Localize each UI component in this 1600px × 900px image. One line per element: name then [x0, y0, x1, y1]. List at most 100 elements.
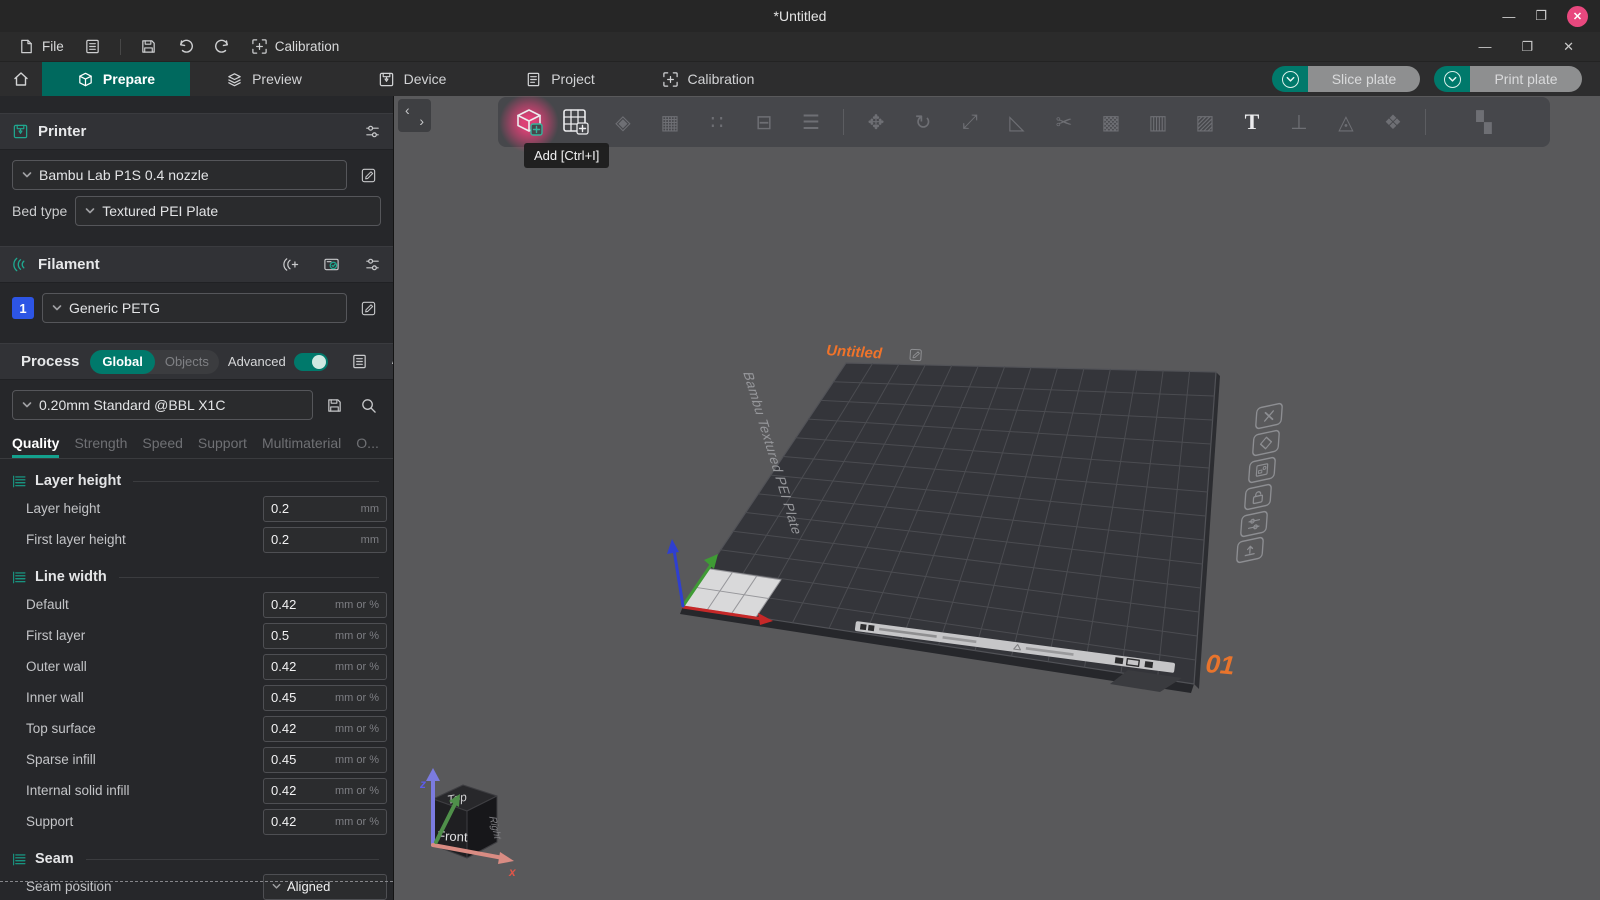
param-input[interactable]: 0.42mm or %: [263, 716, 387, 742]
arrange-icon[interactable]: ▦: [655, 107, 685, 137]
delete-plate-icon[interactable]: [1256, 403, 1283, 429]
save-icon: [326, 397, 343, 414]
tab-preview[interactable]: Preview: [190, 62, 338, 96]
exploded-view-icon[interactable]: ◬: [1331, 107, 1361, 137]
add-icon[interactable]: [514, 107, 544, 137]
measure-icon[interactable]: ⊥: [1284, 107, 1314, 137]
fix-model-icon[interactable]: ❖: [1378, 107, 1408, 137]
group-title: Layer height: [35, 473, 121, 489]
param-input[interactable]: 0.5mm or %: [263, 623, 387, 649]
tab-others[interactable]: O...: [356, 435, 379, 458]
slice-plate-button[interactable]: Slice plate: [1308, 66, 1420, 92]
undo-button[interactable]: [167, 32, 204, 61]
bed-type-select[interactable]: Textured PEI Plate: [75, 196, 381, 226]
viewport-3d[interactable]: Untitled Bambu Textured PEI Plate 01: [394, 96, 1600, 900]
orient-plate-icon[interactable]: [1253, 430, 1280, 456]
edit-filament-button[interactable]: [355, 295, 381, 321]
slice-plate-split-button: Slice plate: [1272, 66, 1420, 92]
support-painting-icon[interactable]: ▥: [1143, 107, 1173, 137]
sidebar-collapse-button[interactable]: ‹›: [398, 99, 431, 132]
print-plate-button[interactable]: Print plate: [1470, 66, 1582, 92]
app-close-button[interactable]: ✕: [1563, 39, 1574, 55]
tab-speed[interactable]: Speed: [142, 435, 182, 458]
os-minimize-button[interactable]: —: [1502, 9, 1515, 24]
auto-orient-icon[interactable]: ◈: [608, 107, 638, 137]
home-button[interactable]: [0, 62, 42, 96]
file-menu[interactable]: File: [8, 32, 74, 61]
filament-preset-select[interactable]: Generic PETG: [42, 293, 347, 323]
param-label: Internal solid infill: [26, 783, 130, 798]
save-preset-button[interactable]: [321, 392, 347, 418]
tab-support[interactable]: Support: [198, 435, 247, 458]
assemble-icon[interactable]: ▚: [1469, 107, 1499, 137]
scale-icon[interactable]: ⤢: [955, 107, 985, 137]
parameter-list-icon[interactable]: [351, 353, 368, 370]
calibration-menu[interactable]: Calibration: [241, 32, 350, 61]
scope-objects-button[interactable]: Objects: [155, 354, 219, 369]
app-maximize-button[interactable]: ❐: [1521, 39, 1533, 55]
print-plate-dropdown[interactable]: [1434, 66, 1470, 92]
lock-plate-icon[interactable]: [1245, 484, 1272, 510]
app-minimize-button[interactable]: —: [1478, 39, 1491, 54]
plate-name-group[interactable]: Untitled: [826, 342, 922, 365]
tab-strength[interactable]: Strength: [74, 435, 127, 458]
advanced-toggle[interactable]: [294, 353, 328, 371]
param-dropdown[interactable]: Aligned: [263, 874, 387, 900]
slice-plate-dropdown[interactable]: [1272, 66, 1308, 92]
param-input[interactable]: 0.45mm or %: [263, 747, 387, 773]
split-to-parts-icon[interactable]: ⊟: [749, 107, 779, 137]
param-label: Inner wall: [26, 690, 84, 705]
param-input[interactable]: 0.45mm or %: [263, 685, 387, 711]
tab-quality[interactable]: Quality: [12, 435, 59, 458]
lay-on-face-icon[interactable]: ◺: [1002, 107, 1032, 137]
os-close-button[interactable]: ✕: [1567, 6, 1588, 27]
axis-z-label: z: [419, 777, 426, 791]
tab-calibration[interactable]: Calibration: [634, 62, 782, 96]
tab-prepare[interactable]: Prepare: [42, 62, 190, 96]
param-input[interactable]: 0.42mm or %: [263, 654, 387, 680]
move-icon[interactable]: ✥: [861, 107, 891, 137]
toolbar-divider: [843, 109, 844, 135]
add-filament-icon[interactable]: [282, 256, 299, 273]
mesh-boolean-icon[interactable]: ▩: [1096, 107, 1126, 137]
param-input[interactable]: 0.42mm or %: [263, 778, 387, 804]
text-icon[interactable]: T: [1237, 107, 1267, 137]
arrange-plate-icon[interactable]: [1249, 457, 1276, 483]
redo-button[interactable]: [204, 32, 241, 61]
nav-cube[interactable]: Top Front Right z x: [419, 768, 517, 879]
rotate-icon[interactable]: ↻: [908, 107, 938, 137]
tab-device[interactable]: Device: [338, 62, 486, 96]
param-input[interactable]: 0.42mm or %: [263, 592, 387, 618]
param-value: 0.2: [271, 501, 289, 516]
param-input[interactable]: 0.42mm or %: [263, 809, 387, 835]
param-row: Top surface0.42mm or %: [0, 713, 393, 744]
variable-layer-height-icon[interactable]: ☰: [796, 107, 826, 137]
plate-settings-icon[interactable]: [1241, 511, 1268, 537]
plate-label-icon[interactable]: [1237, 537, 1264, 563]
tab-label: Device: [404, 71, 447, 87]
edit-plate-name-icon[interactable]: [910, 349, 921, 360]
cut-icon[interactable]: ✂: [1049, 107, 1079, 137]
group-title: Line width: [35, 569, 107, 585]
filament-settings-sliders-icon[interactable]: [364, 256, 381, 273]
process-preset-select[interactable]: 0.20mm Standard @BBL X1C: [12, 390, 313, 420]
plate-number-label: 01: [1204, 648, 1235, 680]
printer-preset-select[interactable]: Bambu Lab P1S 0.4 nozzle: [12, 160, 347, 190]
split-to-objects-icon[interactable]: ∷: [702, 107, 732, 137]
search-parameters-button[interactable]: [355, 392, 381, 418]
ams-sync-icon[interactable]: [323, 256, 340, 273]
save-button[interactable]: [130, 32, 167, 61]
param-input[interactable]: 0.2mm: [263, 496, 387, 522]
add-plate-icon[interactable]: [561, 107, 591, 137]
os-maximize-button[interactable]: ❐: [1535, 8, 1547, 24]
param-row: Support0.42mm or %: [0, 806, 393, 837]
param-input[interactable]: 0.2mm: [263, 527, 387, 553]
edit-printer-button[interactable]: [355, 162, 381, 188]
tab-project[interactable]: Project: [486, 62, 634, 96]
tab-multimaterial[interactable]: Multimaterial: [262, 435, 341, 458]
chevron-down-icon: [1285, 74, 1296, 85]
seam-painting-icon[interactable]: ▨: [1190, 107, 1220, 137]
scope-global-button[interactable]: Global: [90, 350, 154, 374]
menu-list-button[interactable]: [74, 32, 111, 61]
printer-settings-sliders-icon[interactable]: [364, 123, 381, 140]
